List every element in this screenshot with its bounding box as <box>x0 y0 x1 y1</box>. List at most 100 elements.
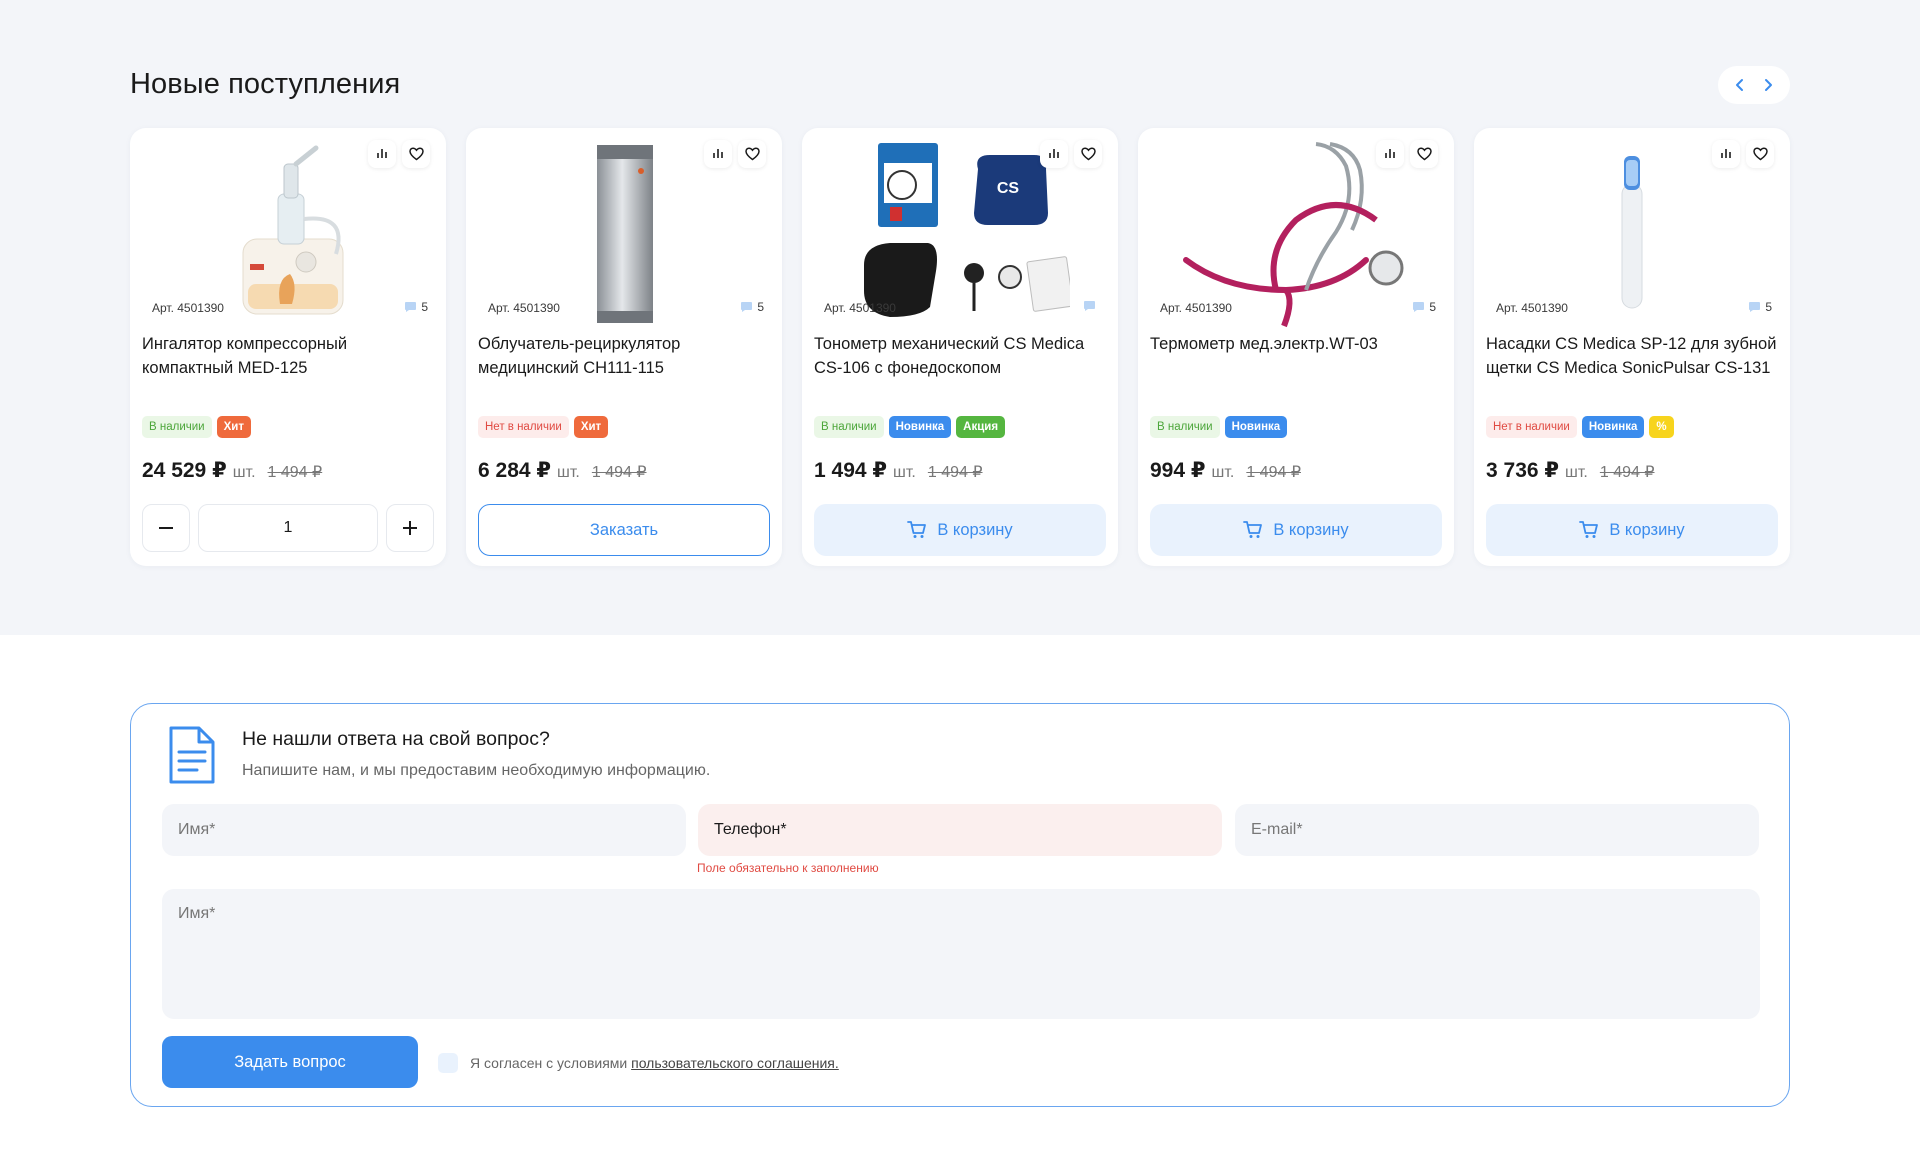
add-to-cart-label: В корзину <box>1273 520 1349 539</box>
badge-new: Новинка <box>1581 416 1645 438</box>
badge-hit: Хит <box>573 416 609 438</box>
order-button[interactable]: Заказать <box>478 504 770 556</box>
favorite-button[interactable] <box>402 140 430 168</box>
review-count-value: 5 <box>421 300 428 314</box>
phone-field[interactable]: Телефон* <box>698 804 1222 856</box>
add-to-cart-button[interactable]: В корзину <box>1150 504 1442 556</box>
compare-button[interactable] <box>368 140 396 168</box>
price: 994 ₽ <box>1150 459 1206 482</box>
price: 1 494 ₽ <box>814 459 887 482</box>
message-textarea[interactable]: Имя* <box>162 889 1760 1019</box>
product-card[interactable]: Арт. 4501390 5 Облучатель-рециркулятор м… <box>466 128 782 566</box>
product-name[interactable]: Термометр мед.электр.WT-03 <box>1150 332 1442 356</box>
badge-instock: В наличии <box>1150 416 1220 438</box>
product-name[interactable]: Насадки CS Medica SP-12 для зубной щетки… <box>1486 332 1778 380</box>
price: 3 736 ₽ <box>1486 459 1559 482</box>
compare-button[interactable] <box>1376 140 1404 168</box>
agreement: Я согласен с условиями пользовательского… <box>438 1053 839 1073</box>
compare-button[interactable] <box>1040 140 1068 168</box>
old-price: 1 494 ₽ <box>591 464 647 481</box>
agree-checkbox[interactable] <box>438 1053 458 1073</box>
compare-icon <box>1049 149 1059 158</box>
product-article: Арт. 4501390 <box>824 301 896 315</box>
cart-icon <box>1579 521 1599 538</box>
card-actions <box>368 140 430 168</box>
product-image[interactable]: CS <box>822 140 1098 328</box>
agreement-link[interactable]: пользовательского соглашения. <box>631 1055 839 1071</box>
add-to-cart-button[interactable]: В корзину <box>814 504 1106 556</box>
add-to-cart-label: В корзину <box>937 520 1013 539</box>
add-to-cart-label: В корзину <box>1609 520 1685 539</box>
favorite-button[interactable] <box>1746 140 1774 168</box>
review-count-value: 5 <box>757 300 764 314</box>
product-card[interactable]: Арт. 4501390 5 Ингалятор компрессорный к… <box>130 128 446 566</box>
card-actions <box>1040 140 1102 168</box>
review-count[interactable] <box>1083 300 1100 312</box>
increment-button[interactable] <box>386 504 434 552</box>
compare-icon <box>1721 149 1731 158</box>
decrement-button[interactable] <box>142 504 190 552</box>
review-count-value: 5 <box>1765 300 1772 314</box>
heart-icon <box>1752 147 1768 161</box>
comment-icon <box>741 302 753 312</box>
next-arrow-button[interactable] <box>1756 73 1780 97</box>
badges: В наличии Новинка <box>1150 416 1288 438</box>
product-card[interactable]: CS Арт. 4501390 Тонометр механический CS… <box>802 128 1118 566</box>
heart-icon <box>408 147 424 161</box>
price-unit: шт. <box>232 464 256 481</box>
chevron-right-icon <box>1765 79 1772 91</box>
badge-new: Новинка <box>1224 416 1288 438</box>
card-actions <box>704 140 766 168</box>
add-to-cart-button[interactable]: В корзину <box>1486 504 1778 556</box>
agreement-text: Я согласен с условиями пользовательского… <box>470 1055 839 1071</box>
compare-icon <box>1385 149 1395 158</box>
quantity-input[interactable]: 1 <box>198 504 378 552</box>
compare-icon <box>713 149 723 158</box>
email-field[interactable]: E-mail* <box>1235 804 1759 856</box>
price-row: 994 ₽ шт. 1 494 ₽ <box>1150 458 1301 483</box>
badges: Нет в наличии Новинка% <box>1486 416 1674 438</box>
product-name[interactable]: Облучатель-рециркулятор медицинский СН11… <box>478 332 770 380</box>
product-article: Арт. 4501390 <box>488 301 560 315</box>
comment-icon <box>1749 302 1761 312</box>
badge-pct: % <box>1649 416 1674 438</box>
price-unit: шт. <box>893 464 916 481</box>
quantity-stepper: 1 <box>142 504 434 552</box>
price-row: 1 494 ₽ шт. 1 494 ₽ <box>814 458 983 483</box>
product-card[interactable]: Арт. 4501390 5 Насадки CS Medica SP-12 д… <box>1474 128 1790 566</box>
prev-arrow-button[interactable] <box>1728 73 1752 97</box>
review-count[interactable]: 5 <box>1412 300 1436 314</box>
svg-text:CS: CS <box>997 180 1020 197</box>
product-image[interactable] <box>1494 140 1770 328</box>
compare-button[interactable] <box>1712 140 1740 168</box>
product-image[interactable] <box>486 140 762 328</box>
name-field[interactable]: Имя* <box>162 804 686 856</box>
badge-instock: В наличии <box>142 416 212 438</box>
question-form: Не нашли ответа на свой вопрос? Напишите… <box>130 703 1790 1107</box>
review-count[interactable]: 5 <box>740 300 764 314</box>
comment-icon <box>1084 301 1095 311</box>
comment-icon <box>405 302 417 312</box>
favorite-button[interactable] <box>738 140 766 168</box>
product-name[interactable]: Тонометр механический CS Medica CS-106 с… <box>814 332 1106 380</box>
form-title: Не нашли ответа на свой вопрос? <box>242 728 550 750</box>
review-count[interactable]: 5 <box>1748 300 1772 314</box>
heart-icon <box>1416 147 1432 161</box>
compare-icon <box>377 149 387 158</box>
compare-button[interactable] <box>704 140 732 168</box>
old-price: 1 494 ₽ <box>267 464 323 481</box>
review-count[interactable]: 5 <box>404 300 428 314</box>
submit-question-button[interactable]: Задать вопрос <box>162 1036 418 1088</box>
favorite-button[interactable] <box>1410 140 1438 168</box>
price-row: 3 736 ₽ шт. 1 494 ₽ <box>1486 458 1655 483</box>
product-name[interactable]: Ингалятор компрессорный компактный MED-1… <box>142 332 434 380</box>
price-unit: шт. <box>1565 464 1588 481</box>
badge-outstock: Нет в наличии <box>478 416 569 438</box>
plus-icon <box>403 521 417 535</box>
product-image[interactable] <box>150 140 426 328</box>
product-card[interactable]: Арт. 4501390 5 Термометр мед.электр.WT-0… <box>1138 128 1454 566</box>
badge-sale: Акция <box>956 416 1006 438</box>
badges: В наличии Хит <box>142 416 251 438</box>
favorite-button[interactable] <box>1074 140 1102 168</box>
product-image[interactable] <box>1158 140 1434 328</box>
